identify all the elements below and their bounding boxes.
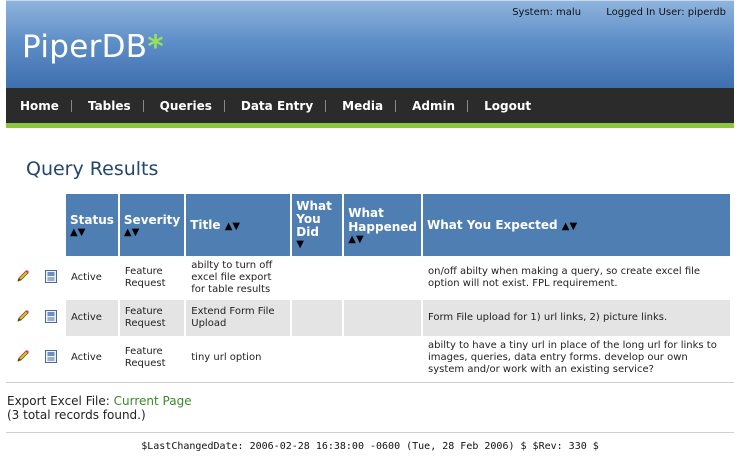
table-row: Active Feature Request abilty to turn of…: [10, 258, 730, 298]
pencil-icon[interactable]: [16, 269, 30, 283]
cell-status: Active: [71, 272, 102, 283]
sort-controls[interactable]: ▲▼: [124, 227, 180, 238]
pencil-icon[interactable]: [16, 349, 30, 363]
header-what-you-did: What You Did ▼: [292, 194, 343, 256]
header-what-happened: What Happened ▲▼: [344, 194, 421, 256]
nav-separator: [223, 99, 225, 112]
header-label: What You Expected: [426, 218, 558, 232]
table-row: Active Feature Request tiny url option a…: [10, 338, 730, 378]
header-severity: Severity ▲▼: [119, 194, 185, 256]
document-icon[interactable]: [44, 269, 58, 284]
sort-controls[interactable]: ▲▼: [348, 234, 417, 245]
cell-severity: Feature Request: [124, 346, 166, 369]
system-name: System: malu: [512, 7, 582, 18]
cell-happened: [344, 300, 421, 336]
cell-did: [292, 338, 342, 378]
cell-happened: [344, 338, 421, 378]
logo-star: *: [147, 29, 164, 65]
header-blank: [38, 194, 64, 256]
logo-db: DB: [101, 29, 148, 65]
nav-label[interactable]: Admin: [412, 99, 455, 113]
export-section: Export Excel File: Current Page (3 total…: [7, 394, 192, 422]
nav-admin[interactable]: Admin: [404, 99, 476, 113]
record-count: (3 total records found.): [7, 408, 146, 422]
header-label: What You Did: [296, 199, 332, 239]
nav-label[interactable]: Queries: [160, 99, 212, 113]
cell-title: tiny url option: [191, 352, 262, 363]
sort-controls[interactable]: ▲▼: [70, 227, 114, 238]
cell-did: [292, 300, 343, 336]
nav-separator: [70, 99, 72, 112]
header-label: Title: [190, 218, 221, 232]
nav-queries[interactable]: Queries: [152, 99, 233, 113]
nav-label[interactable]: Data Entry: [241, 99, 313, 113]
header-title: Title ▲▼: [186, 194, 291, 256]
cell-severity: Feature Request: [119, 300, 185, 336]
nav-media[interactable]: Media: [334, 99, 404, 113]
nav-separator: [467, 99, 469, 112]
cell-title: abilty to turn off excel file export for…: [191, 260, 273, 295]
edit-cell[interactable]: [10, 338, 36, 378]
cell-status: Active: [66, 300, 118, 336]
logo[interactable]: PiperDB*: [22, 29, 164, 65]
logo-piper: Piper: [22, 29, 102, 65]
nav-label[interactable]: Home: [20, 99, 59, 113]
view-cell[interactable]: [38, 300, 64, 336]
cell-expected: abilty to have a tiny url in place of th…: [427, 340, 717, 375]
document-icon[interactable]: [44, 349, 58, 364]
sort-controls[interactable]: ▲▼: [562, 221, 577, 232]
results-table: Status ▲▼ Severity ▲▼ Title ▲▼ What You Di…: [8, 192, 732, 380]
sort-controls[interactable]: ▲▼: [225, 221, 240, 232]
system-info: System: malu Logged In User: piperdb: [490, 7, 726, 18]
cell-expected: Form File upload for 1) url links, 2) pi…: [422, 300, 730, 336]
nav-label[interactable]: Tables: [88, 99, 131, 113]
document-icon[interactable]: [44, 309, 58, 324]
nav-label[interactable]: Logout: [484, 99, 531, 113]
pencil-icon[interactable]: [16, 309, 30, 323]
nav-tables[interactable]: Tables: [80, 99, 152, 113]
header-status: Status ▲▼: [66, 194, 118, 256]
nav-home[interactable]: Home: [12, 99, 80, 113]
cell-expected: on/off abilty when making a query, so cr…: [427, 266, 701, 289]
table-row: Active Feature Request Extend Form File …: [10, 300, 730, 336]
nav-separator: [325, 99, 327, 112]
cell-did: [292, 258, 342, 298]
logged-in-user: Logged In User: piperdb: [606, 7, 726, 18]
divider: [6, 382, 734, 383]
header-what-you-expected: What You Expected ▲▼: [422, 194, 730, 256]
cell-happened: [344, 258, 421, 298]
cell-title: Extend Form File Upload: [186, 300, 291, 336]
nav-separator: [395, 99, 397, 112]
edit-cell[interactable]: [10, 300, 36, 336]
main-nav: Home Tables Queries Data Entry Media Adm…: [6, 88, 734, 128]
nav-logout[interactable]: Logout: [476, 99, 539, 113]
app-header: System: malu Logged In User: piperdb Pip…: [6, 0, 734, 89]
view-cell[interactable]: [38, 338, 64, 378]
sort-controls[interactable]: ▼: [296, 239, 338, 250]
divider: [6, 432, 734, 433]
revision-footer: $LastChangedDate: 2006-02-28 16:38:00 -0…: [141, 441, 599, 452]
nav-label[interactable]: Media: [342, 99, 383, 113]
edit-cell[interactable]: [10, 258, 36, 298]
nav-separator: [142, 99, 144, 112]
header-label: Status: [70, 212, 114, 227]
header-blank: [10, 194, 36, 256]
export-current-page-link[interactable]: Current Page: [114, 394, 192, 408]
page-title: Query Results: [26, 158, 159, 180]
header-label: Severity: [123, 212, 181, 227]
cell-severity: Feature Request: [124, 266, 166, 289]
nav-data-entry[interactable]: Data Entry: [233, 99, 334, 113]
view-cell[interactable]: [38, 258, 64, 298]
cell-status: Active: [71, 352, 102, 363]
header-label: What Happened: [348, 205, 417, 234]
table-header-row: Status ▲▼ Severity ▲▼ Title ▲▼ What You Di…: [10, 194, 730, 256]
export-label: Export Excel File:: [7, 394, 110, 408]
